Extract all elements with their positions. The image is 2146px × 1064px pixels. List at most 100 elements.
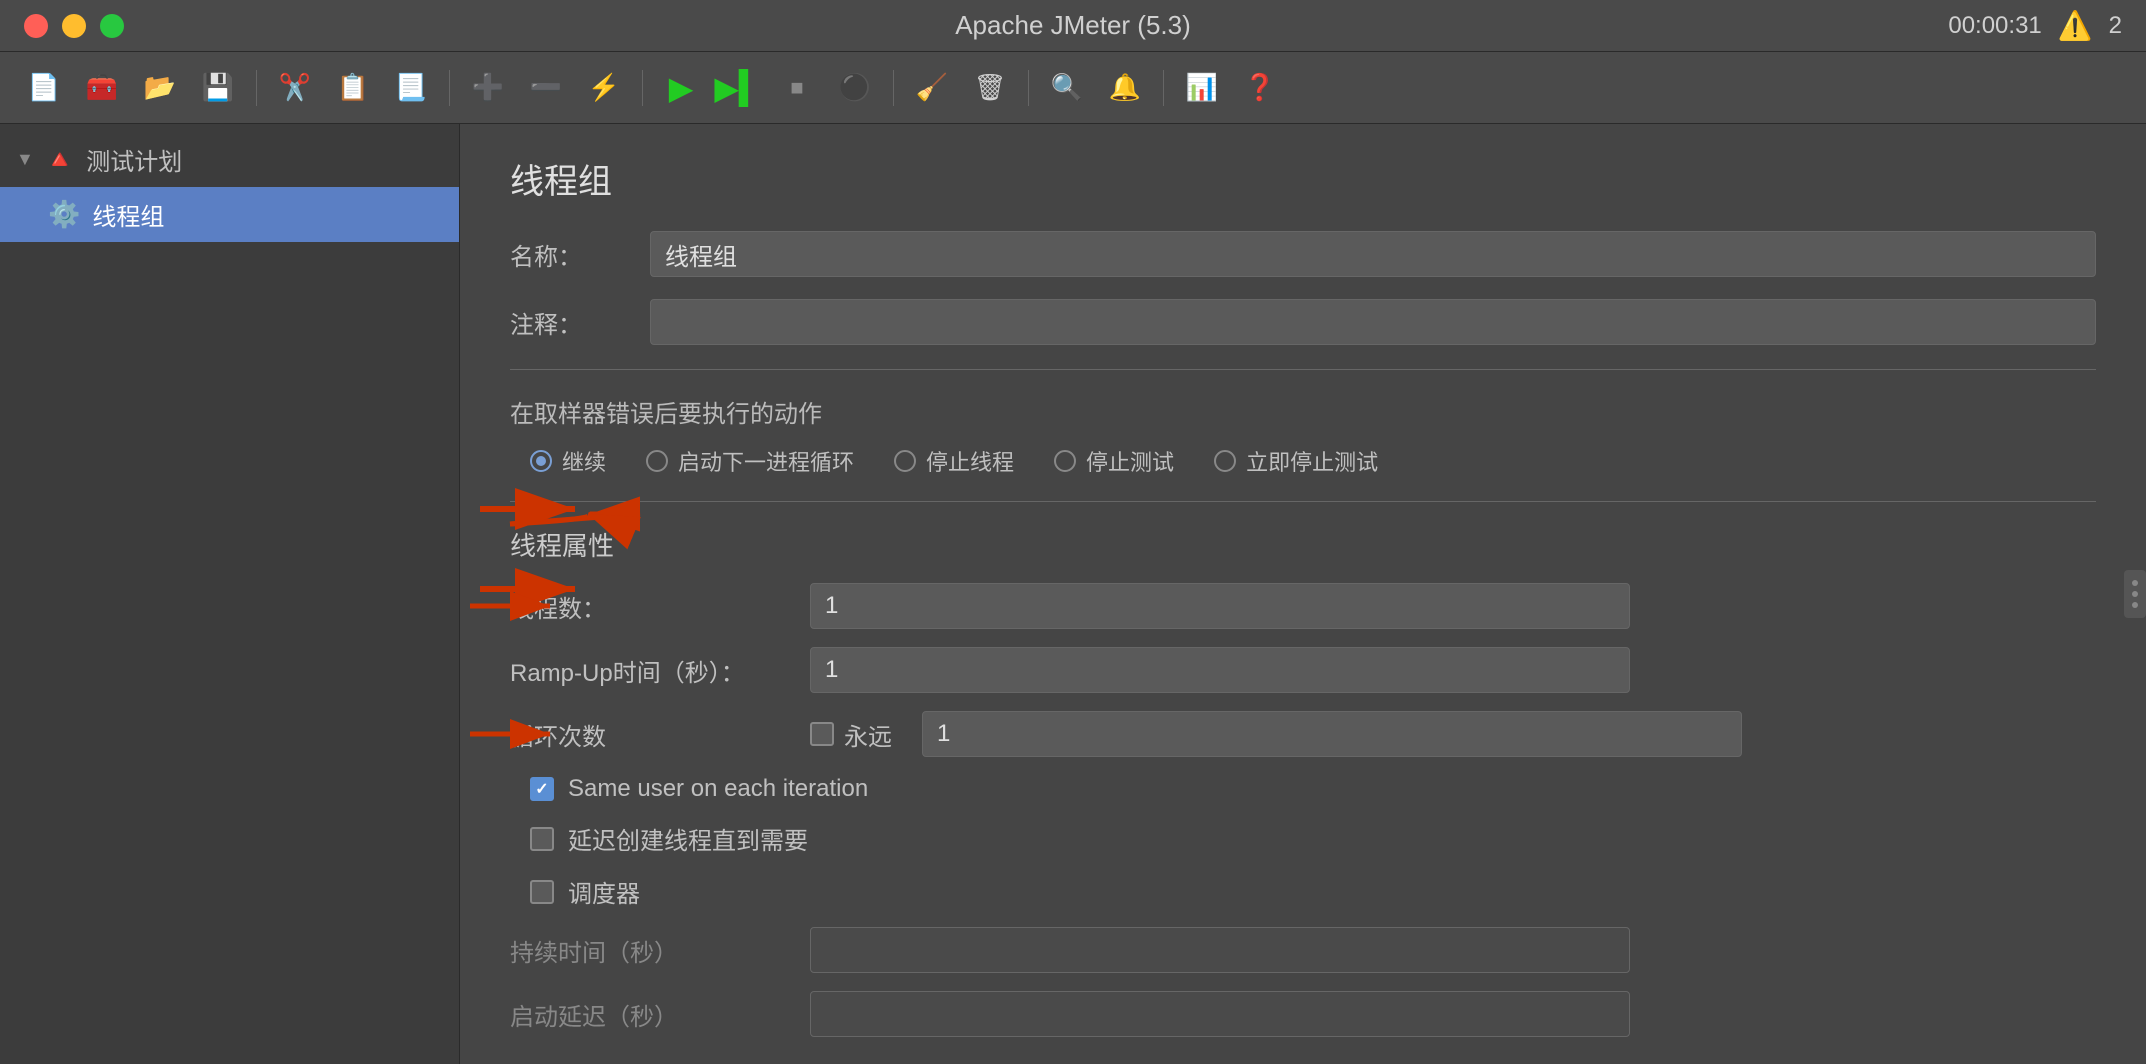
- loop-count-input[interactable]: [922, 711, 1742, 757]
- warning-count: 2: [2109, 12, 2122, 40]
- duration-input[interactable]: [810, 927, 1630, 973]
- scheduler-checkbox-container[interactable]: 调度器: [530, 874, 2096, 909]
- radio-stop-now-label: 立即停止测试: [1246, 445, 1378, 477]
- forever-label: 永远: [844, 717, 892, 752]
- ramp-up-label: Ramp-Up时间（秒）：: [510, 653, 790, 688]
- thread-group-label: 线程组: [92, 197, 164, 232]
- expand-triangle-icon: ▼: [16, 149, 34, 170]
- loop-count-row: 循环次数 永远: [510, 711, 2096, 757]
- startup-delay-row: 启动延迟（秒）: [510, 991, 2096, 1037]
- scheduler-label: 调度器: [568, 874, 640, 909]
- scroll-dot-2: [2132, 591, 2138, 597]
- loop-count-label: 循环次数: [510, 717, 790, 752]
- warning-icon: ⚠️: [2058, 9, 2093, 42]
- page-title: 线程组: [510, 154, 2096, 203]
- main-layout: ▼ 🔺 测试计划 ⚙️ 线程组: [0, 124, 2146, 1064]
- radio-stop-thread-circle: [894, 450, 916, 472]
- thread-count-input[interactable]: [810, 583, 1630, 629]
- thread-group-icon: ⚙️: [48, 199, 80, 230]
- startup-delay-label: 启动延迟（秒）: [510, 997, 790, 1032]
- content-area: 线程组 名称： 注释： 在取样器错误后要执行的动作 继续: [460, 124, 2146, 1064]
- comment-input[interactable]: [650, 299, 2096, 345]
- radio-next-loop-circle: [646, 450, 668, 472]
- radio-continue[interactable]: 继续: [530, 445, 606, 477]
- thread-properties-title: 线程属性: [510, 526, 2096, 563]
- templates-button[interactable]: 🧰: [78, 64, 126, 112]
- toolbar: 📄 🧰 📂 💾 ✂️ 📋 📃 ➕ ➖ ⚡ ▶ ▶▍ ⏹ ⚫ 🧹 🗑 🔍 🔔 📊 …: [0, 52, 2146, 124]
- minimize-button[interactable]: [62, 14, 86, 38]
- stop-button[interactable]: ⏹: [773, 64, 821, 112]
- radio-group-error-action: 继续 启动下一进程循环 停止线程 停止测试: [530, 445, 2096, 477]
- reset-search-button[interactable]: 🔔: [1101, 64, 1149, 112]
- ramp-up-row: Ramp-Up时间（秒）：: [510, 647, 2096, 693]
- name-input[interactable]: [650, 231, 2096, 277]
- radio-continue-circle: [530, 450, 552, 472]
- search-button[interactable]: 🔍: [1043, 64, 1091, 112]
- expand-button[interactable]: ➕: [464, 64, 512, 112]
- radio-stop-thread[interactable]: 停止线程: [894, 445, 1014, 477]
- forever-checkbox[interactable]: [810, 722, 834, 746]
- toolbar-separator-6: [1163, 70, 1164, 106]
- toggle-button[interactable]: ⚡: [580, 64, 628, 112]
- copy-button[interactable]: 📋: [329, 64, 377, 112]
- sidebar: ▼ 🔺 测试计划 ⚙️ 线程组: [0, 124, 460, 1064]
- divider-1: [510, 369, 2096, 370]
- radio-stop-now-circle: [1214, 450, 1236, 472]
- window-title: Apache JMeter (5.3): [955, 10, 1191, 41]
- ramp-up-input[interactable]: [810, 647, 1630, 693]
- same-user-checkbox[interactable]: [530, 777, 554, 801]
- save-button[interactable]: 💾: [194, 64, 242, 112]
- name-label: 名称：: [510, 237, 630, 272]
- timer-display: 00:00:31: [1948, 12, 2041, 40]
- scroll-handle[interactable]: [2124, 570, 2146, 618]
- clear-all-button[interactable]: 🗑: [966, 64, 1014, 112]
- radio-next-loop[interactable]: 启动下一进程循环: [646, 445, 854, 477]
- error-action-label: 在取样器错误后要执行的动作: [510, 394, 2096, 429]
- sidebar-item-test-plan[interactable]: ▼ 🔺 测试计划: [0, 132, 459, 187]
- duration-label: 持续时间（秒）: [510, 933, 790, 968]
- toolbar-separator-2: [449, 70, 450, 106]
- name-row: 名称：: [510, 231, 2096, 277]
- test-plan-label: 测试计划: [86, 142, 182, 177]
- cut-button[interactable]: ✂️: [271, 64, 319, 112]
- window-controls: [24, 14, 124, 38]
- help-button[interactable]: ❓: [1236, 64, 1284, 112]
- startup-delay-input[interactable]: [810, 991, 1630, 1037]
- collapse-button[interactable]: ➖: [522, 64, 570, 112]
- error-action-section: 在取样器错误后要执行的动作 继续 启动下一进程循环 停止线程: [510, 394, 2096, 477]
- paste-button[interactable]: 📃: [387, 64, 435, 112]
- titlebar-right: 00:00:31 ⚠️ 2: [1948, 9, 2122, 42]
- radio-stop-test[interactable]: 停止测试: [1054, 445, 1174, 477]
- same-user-checkbox-container[interactable]: Same user on each iteration: [530, 775, 2096, 803]
- start-button[interactable]: ▶: [657, 64, 705, 112]
- close-button[interactable]: [24, 14, 48, 38]
- radio-continue-label: 继续: [562, 445, 606, 477]
- toolbar-separator-5: [1028, 70, 1029, 106]
- new-file-button[interactable]: 📄: [20, 64, 68, 112]
- sidebar-item-thread-group[interactable]: ⚙️ 线程组: [0, 187, 459, 242]
- start-no-pause-button[interactable]: ▶▍: [715, 64, 763, 112]
- titlebar: Apache JMeter (5.3) 00:00:31 ⚠️ 2: [0, 0, 2146, 52]
- duration-row: 持续时间（秒）: [510, 927, 2096, 973]
- radio-stop-thread-label: 停止线程: [926, 445, 1014, 477]
- delay-create-checkbox-container[interactable]: 延迟创建线程直到需要: [530, 821, 2096, 856]
- forever-checkbox-container[interactable]: 永远: [810, 717, 892, 752]
- same-user-label: Same user on each iteration: [568, 775, 868, 803]
- clear-button[interactable]: 🧹: [908, 64, 956, 112]
- open-button[interactable]: 📂: [136, 64, 184, 112]
- maximize-button[interactable]: [100, 14, 124, 38]
- shutdown-button[interactable]: ⚫: [831, 64, 879, 112]
- toolbar-separator-1: [256, 70, 257, 106]
- comment-row: 注释：: [510, 299, 2096, 345]
- scroll-dot-1: [2132, 580, 2138, 586]
- thread-count-row: 线程数：: [510, 583, 2096, 629]
- scheduler-checkbox[interactable]: [530, 880, 554, 904]
- test-plan-icon: 🔺: [44, 144, 76, 175]
- delay-create-checkbox[interactable]: [530, 827, 554, 851]
- thread-count-label: 线程数：: [510, 589, 790, 624]
- log-viewer-button[interactable]: 📊: [1178, 64, 1226, 112]
- radio-stop-now[interactable]: 立即停止测试: [1214, 445, 1378, 477]
- radio-stop-test-circle: [1054, 450, 1076, 472]
- toolbar-separator-3: [642, 70, 643, 106]
- content-wrapper: 线程组 名称： 注释： 在取样器错误后要执行的动作 继续: [460, 124, 2146, 1064]
